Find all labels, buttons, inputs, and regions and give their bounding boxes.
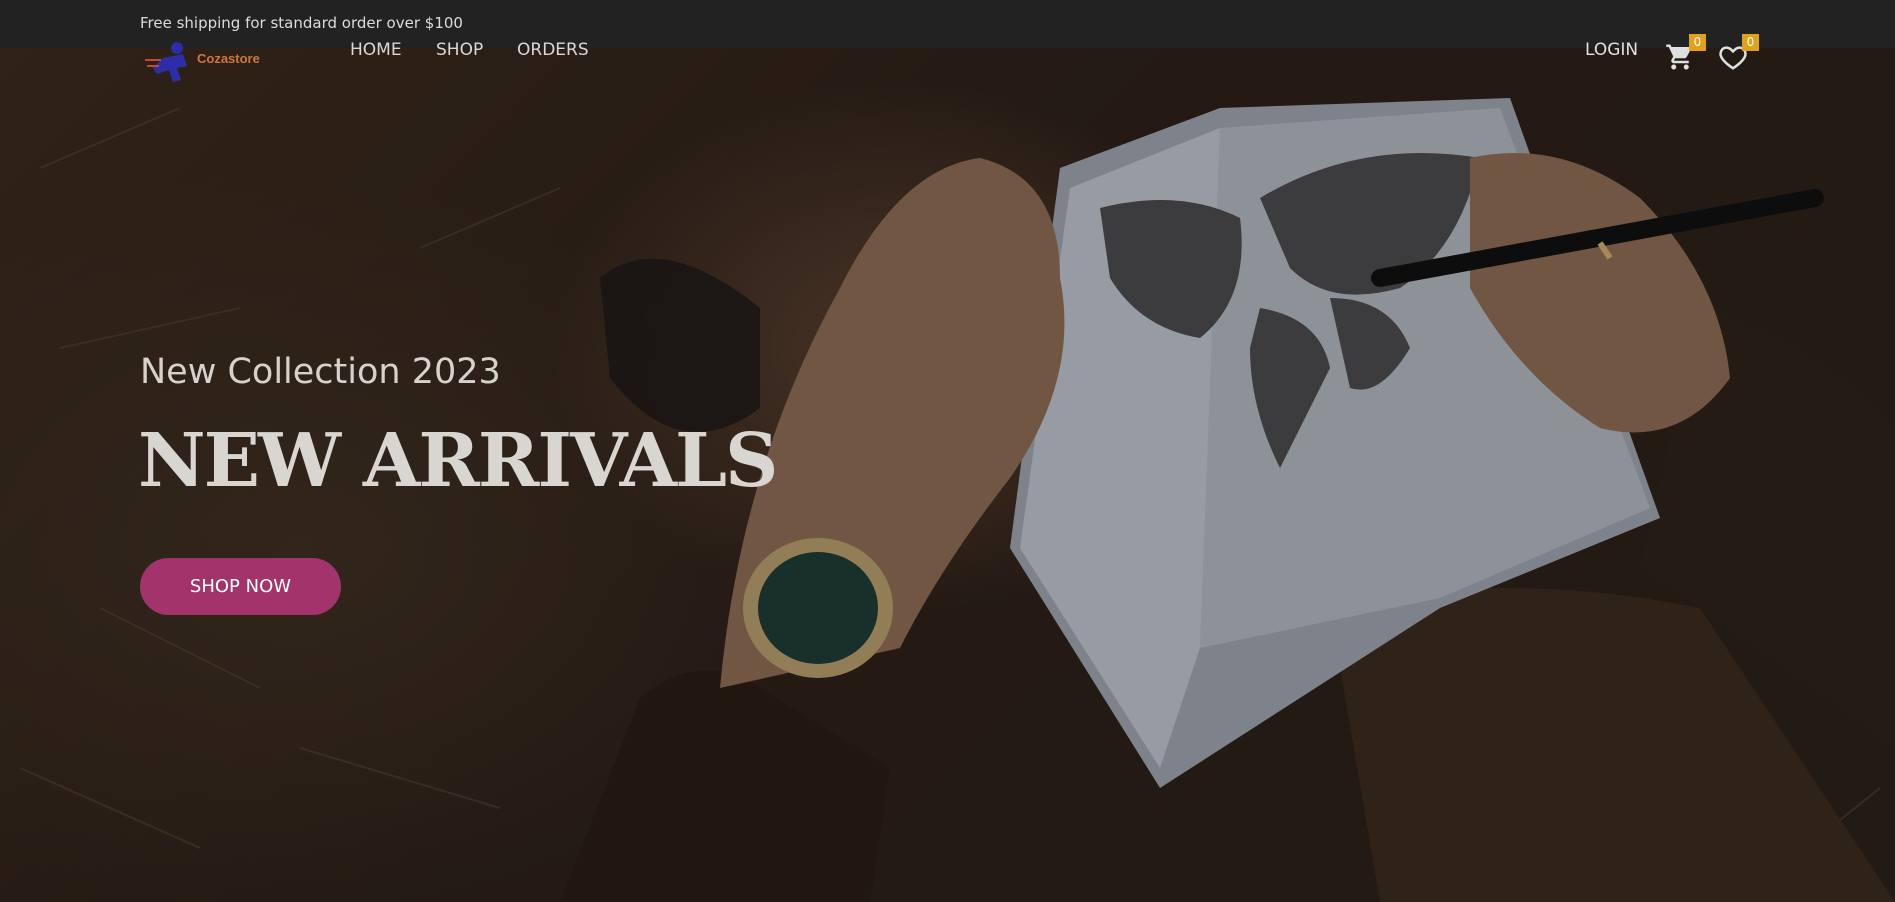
cart-count-badge: 0 <box>1689 34 1706 51</box>
runner-logo-icon <box>145 42 187 82</box>
shop-now-button[interactable]: SHOP NOW <box>140 558 341 615</box>
brand-name: Cozastore <box>197 51 260 66</box>
wishlist-count-badge: 0 <box>1742 34 1759 51</box>
hero-subtitle: New Collection 2023 <box>140 352 501 392</box>
brand-logo[interactable]: Cozastore <box>143 36 263 86</box>
nav-item-orders[interactable]: ORDERS <box>517 40 589 60</box>
hero-headline: NEW ARRIVALS <box>138 418 778 504</box>
shipping-notice: Free shipping for standard order over $1… <box>140 14 463 32</box>
header-actions: LOGIN 0 0 <box>1585 34 1765 76</box>
login-link[interactable]: LOGIN <box>1585 40 1638 60</box>
nav-item-home[interactable]: HOME <box>350 40 402 60</box>
nav-item-shop[interactable]: SHOP <box>436 40 483 60</box>
cart-button[interactable]: 0 <box>1665 34 1706 70</box>
wishlist-button[interactable]: 0 <box>1718 34 1759 70</box>
